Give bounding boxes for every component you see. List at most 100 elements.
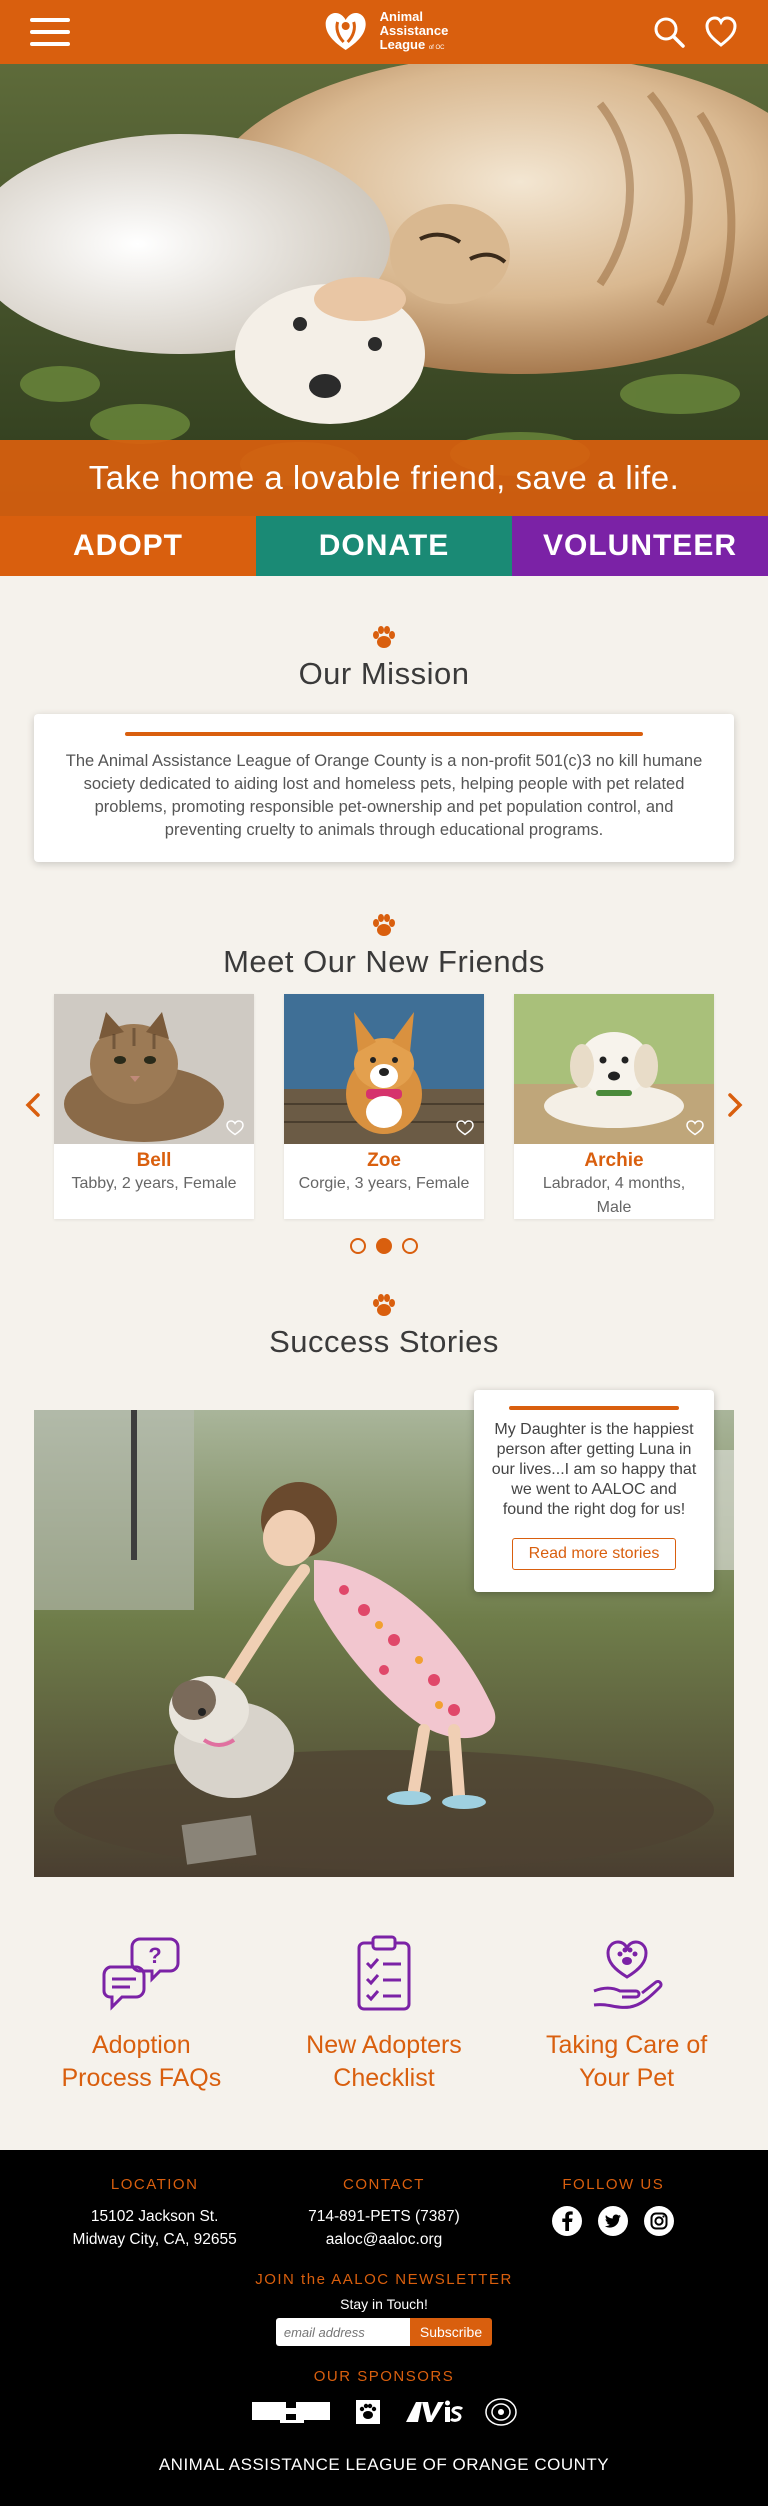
carousel-dot[interactable] xyxy=(402,1238,418,1254)
resource-label: Taking Care of Your Pet xyxy=(517,2029,737,2095)
sponsors-section: OUR SPONSORS xyxy=(0,2368,768,2427)
pet-description: Tabby, 2 years, Female xyxy=(71,1175,237,1192)
address-line: 15102 Jackson St. xyxy=(90,2208,219,2225)
chevron-right-icon[interactable] xyxy=(724,1090,746,1120)
pet-name: Bell xyxy=(136,1150,172,1171)
mission-title: Our Mission xyxy=(298,656,470,691)
pet-description: Corgie, 3 years, Female xyxy=(298,1175,470,1192)
chevron-left-icon[interactable] xyxy=(22,1090,44,1120)
pet-card-zoe[interactable]: Zoe Corgie, 3 years, Female xyxy=(284,994,484,1219)
sponsor-logo-paw-badge[interactable] xyxy=(354,2398,382,2426)
resource-label-line: Checklist xyxy=(333,2064,435,2092)
new-adopters-checklist-link[interactable]: New Adopters Checklist xyxy=(274,1933,494,2123)
friends-heading: Meet Our New Friends xyxy=(0,914,768,980)
hamburger-menu-icon[interactable] xyxy=(30,18,70,46)
resource-label-line: Your Pet xyxy=(579,2064,675,2092)
checklist-icon xyxy=(357,1935,411,2011)
subscribe-button[interactable]: Subscribe xyxy=(409,2318,493,2346)
footer-follow: FOLLOW US xyxy=(513,2176,713,2251)
story-feature: My Daughter is the happiest person after… xyxy=(34,1390,734,1877)
page: Animal Assistance League of OC Take home… xyxy=(0,0,768,2506)
logo-hands-heart-icon xyxy=(325,13,366,50)
pet-photo-corgi xyxy=(284,994,484,1144)
pet-description: Labrador, 4 months, Male xyxy=(542,1175,686,1216)
stories-heading: Success Stories xyxy=(0,1294,768,1360)
divider xyxy=(509,1406,679,1410)
site-header: Animal Assistance League of OC xyxy=(0,0,768,64)
hero-banner: Take home a lovable friend, save a life. xyxy=(0,440,768,516)
newsletter-email-input[interactable] xyxy=(275,2318,410,2346)
resources-section: ? Adoption Process FAQs New Adopters Che… xyxy=(0,1877,768,2123)
heart-outline-icon[interactable] xyxy=(226,1120,244,1136)
footer-heading: LOCATION xyxy=(110,2176,199,2193)
pet-photo-cat xyxy=(54,994,254,1144)
resource-label: New Adopters Checklist xyxy=(274,2029,494,2095)
new-friends-section: Meet Our New Friends Bell Tabby, 2 years… xyxy=(0,862,768,1254)
carousel-dot[interactable] xyxy=(350,1238,366,1254)
newsletter-subtext: Stay in Touch! xyxy=(340,2296,428,2312)
logo-line-text: League xyxy=(379,36,426,52)
donate-button[interactable]: DONATE xyxy=(256,516,512,576)
hero-section: Take home a lovable friend, save a life. xyxy=(0,64,768,516)
cta-row: ADOPT DONATE VOLUNTEER xyxy=(0,516,768,576)
mission-section: Our Mission The Animal Assistance League… xyxy=(0,576,768,862)
story-quote-card: My Daughter is the happiest person after… xyxy=(474,1390,714,1592)
logo-line: Animal xyxy=(379,8,424,24)
pet-name: Zoe xyxy=(367,1150,401,1171)
paw-icon xyxy=(373,1294,395,1316)
mission-card: The Animal Assistance League of Orange C… xyxy=(34,714,734,862)
facebook-icon[interactable] xyxy=(551,2205,583,2237)
address-line: Midway City, CA, 92655 xyxy=(72,2231,237,2248)
resource-label-line: Process FAQs xyxy=(61,2064,222,2092)
footer-heading: CONTACT xyxy=(343,2176,425,2193)
heart-outline-icon[interactable] xyxy=(686,1120,704,1136)
hero-headline: Take home a lovable friend, save a life. xyxy=(88,459,680,496)
footer-contact: CONTACT 714-891-PETS (7387) aaloc@aaloc.… xyxy=(284,2176,484,2251)
adopt-button[interactable]: ADOPT xyxy=(0,516,256,576)
resource-label-line: Taking Care of xyxy=(546,2031,708,2059)
pet-photo-labrador xyxy=(514,994,714,1144)
header-actions xyxy=(652,15,738,49)
read-more-stories-button[interactable]: Read more stories xyxy=(511,1538,677,1570)
carousel-pagination xyxy=(0,1238,768,1254)
footer-heading: FOLLOW US xyxy=(562,2176,665,2193)
site-logo[interactable]: Animal Assistance League of OC xyxy=(320,6,449,58)
search-icon[interactable] xyxy=(652,15,686,49)
friends-title: Meet Our New Friends xyxy=(223,944,545,979)
logo-line: League of OC xyxy=(379,36,449,55)
phone-link[interactable]: 714-891-PETS (7387) xyxy=(284,2205,484,2228)
success-stories-section: Success Stories My Daughter is the happi… xyxy=(0,1254,768,1877)
pet-care-link[interactable]: Taking Care of Your Pet xyxy=(517,1933,737,2123)
pet-card-archie[interactable]: Archie Labrador, 4 months, Male xyxy=(514,994,714,1219)
carousel-dot-active[interactable] xyxy=(376,1238,392,1254)
stories-title: Success Stories xyxy=(269,1324,499,1359)
instagram-icon[interactable] xyxy=(643,2205,675,2237)
footer-location: LOCATION 15102 Jackson St. Midway City, … xyxy=(55,2176,255,2251)
sponsor-logo-crest[interactable] xyxy=(484,2397,518,2427)
heart-icon[interactable] xyxy=(704,15,738,49)
pet-card-bell[interactable]: Bell Tabby, 2 years, Female xyxy=(54,994,254,1219)
heart-outline-icon[interactable] xyxy=(456,1120,474,1136)
faq-chat-icon: ? xyxy=(102,1937,180,2011)
logo-suffix: of OC xyxy=(428,44,445,51)
resource-label: Adoption Process FAQs xyxy=(31,2029,251,2095)
resource-label-line: New Adopters xyxy=(306,2031,462,2059)
twitter-icon[interactable] xyxy=(597,2205,629,2237)
resource-label-line: Adoption xyxy=(91,2031,191,2059)
adoption-faqs-link[interactable]: ? Adoption Process FAQs xyxy=(31,1933,251,2123)
mission-heading: Our Mission xyxy=(0,626,768,692)
sponsors-heading: OUR SPONSORS xyxy=(313,2368,455,2385)
footer-columns: LOCATION 15102 Jackson St. Midway City, … xyxy=(0,2150,768,2251)
mission-text: The Animal Assistance League of Orange C… xyxy=(65,752,703,839)
email-link[interactable]: aaloc@aaloc.org xyxy=(284,2228,484,2251)
volunteer-button[interactable]: VOLUNTEER xyxy=(512,516,768,576)
sponsor-logo-avis[interactable] xyxy=(402,2398,464,2426)
sponsor-logo-dog-for-dog[interactable] xyxy=(250,2398,334,2426)
pet-carousel: Bell Tabby, 2 years, Female Zoe Corgie, … xyxy=(0,994,768,1222)
pet-name: Archie xyxy=(584,1150,644,1171)
logo-line: Assistance xyxy=(379,22,449,38)
site-footer: LOCATION 15102 Jackson St. Midway City, … xyxy=(0,2150,768,2506)
newsletter-heading: JOIN the AALOC NEWSLETTER xyxy=(255,2271,513,2288)
pet-care-hand-icon xyxy=(593,1940,663,2009)
paw-icon xyxy=(373,914,395,936)
